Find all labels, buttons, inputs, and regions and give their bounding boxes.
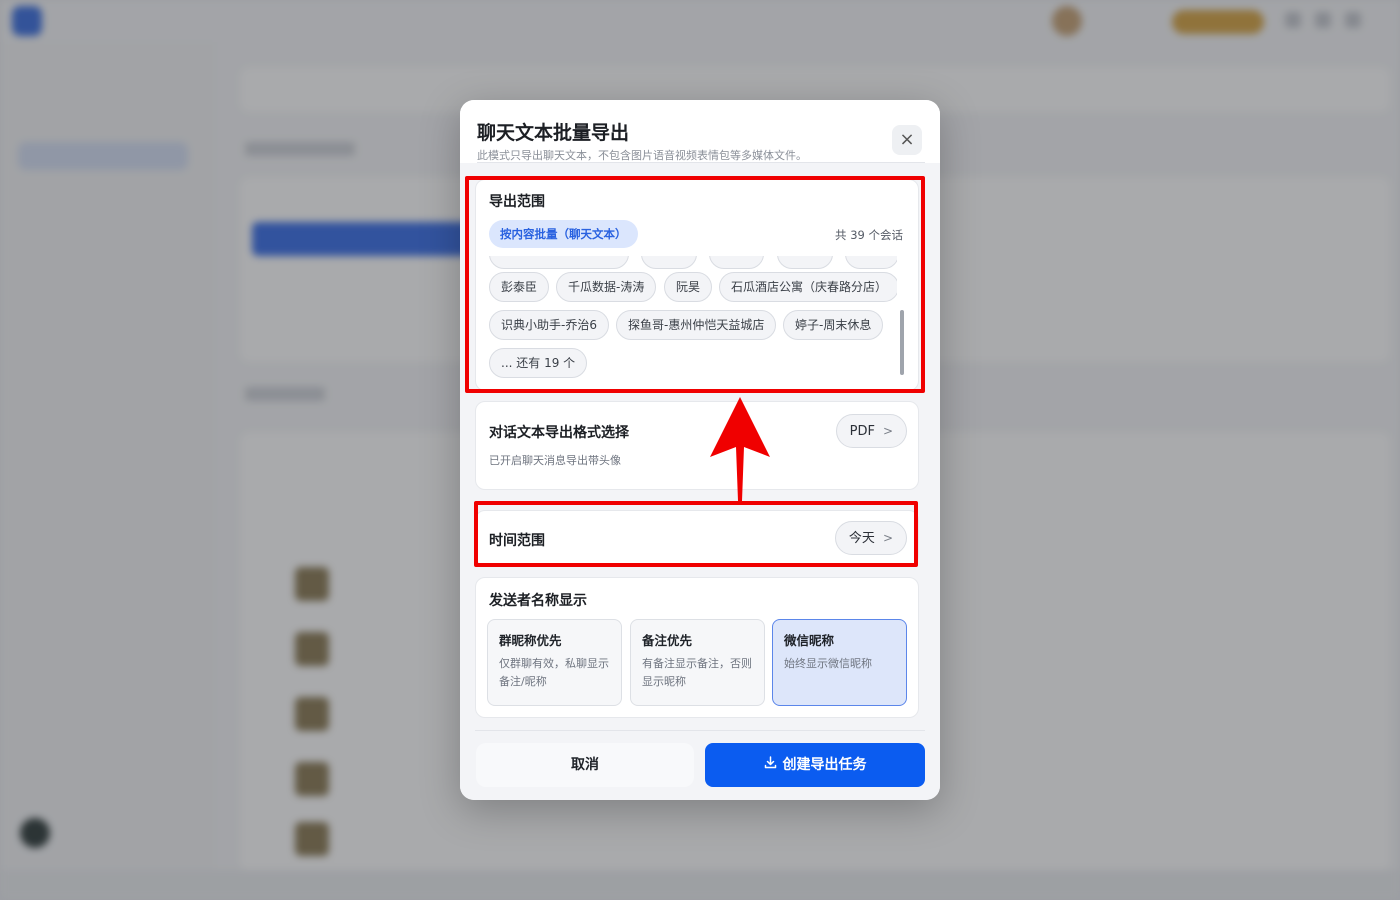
annotation-arrow-icon	[710, 397, 770, 501]
option-remark[interactable]: 备注优先 有备注显示备注，否则显示昵称	[630, 619, 765, 706]
sender-name-section: 发送者名称显示 群昵称优先 仅群聊有效，私聊显示备注/昵称 备注优先 有备注显示…	[475, 577, 919, 718]
highlight-box-time-range	[474, 501, 918, 567]
dialog-title: 聊天文本批量导出	[477, 122, 630, 144]
format-select[interactable]: PDF >	[835, 414, 907, 448]
option-desc: 有备注显示备注，否则显示昵称	[642, 657, 752, 688]
download-icon	[764, 744, 777, 788]
create-export-label: 创建导出任务	[782, 757, 867, 773]
option-desc: 始终显示微信昵称	[784, 657, 872, 670]
close-button[interactable]: ×	[892, 125, 922, 155]
chevron-right-icon: >	[882, 424, 893, 438]
option-desc: 仅群聊有效，私聊显示备注/昵称	[499, 657, 609, 688]
format-desc: 已开启聊天消息导出带头像	[489, 454, 621, 467]
dialog-subtitle: 此模式只导出聊天文本，不包含图片语音视频表情包等多媒体文件。	[477, 149, 807, 162]
cancel-button[interactable]: 取消	[476, 743, 694, 787]
option-wechat-nickname[interactable]: 微信昵称 始终显示微信昵称	[772, 619, 907, 706]
sender-name-title: 发送者名称显示	[489, 593, 587, 609]
header-divider	[477, 162, 925, 163]
format-value: PDF	[849, 424, 875, 439]
option-title: 群昵称优先	[499, 633, 562, 648]
format-section: 对话文本导出格式选择 已开启聊天消息导出带头像 PDF >	[475, 401, 919, 490]
create-export-button[interactable]: 创建导出任务	[705, 743, 925, 787]
dialog-header: 聊天文本批量导出 此模式只导出聊天文本，不包含图片语音视频表情包等多媒体文件。 …	[460, 100, 940, 163]
footer-divider	[475, 730, 925, 731]
option-title: 微信昵称	[784, 633, 835, 648]
format-title: 对话文本导出格式选择	[489, 425, 629, 441]
highlight-box-export-range	[465, 176, 925, 393]
option-title: 备注优先	[642, 633, 693, 648]
option-group-nickname[interactable]: 群昵称优先 仅群聊有效，私聊显示备注/昵称	[487, 619, 622, 706]
close-icon: ×	[899, 129, 915, 150]
